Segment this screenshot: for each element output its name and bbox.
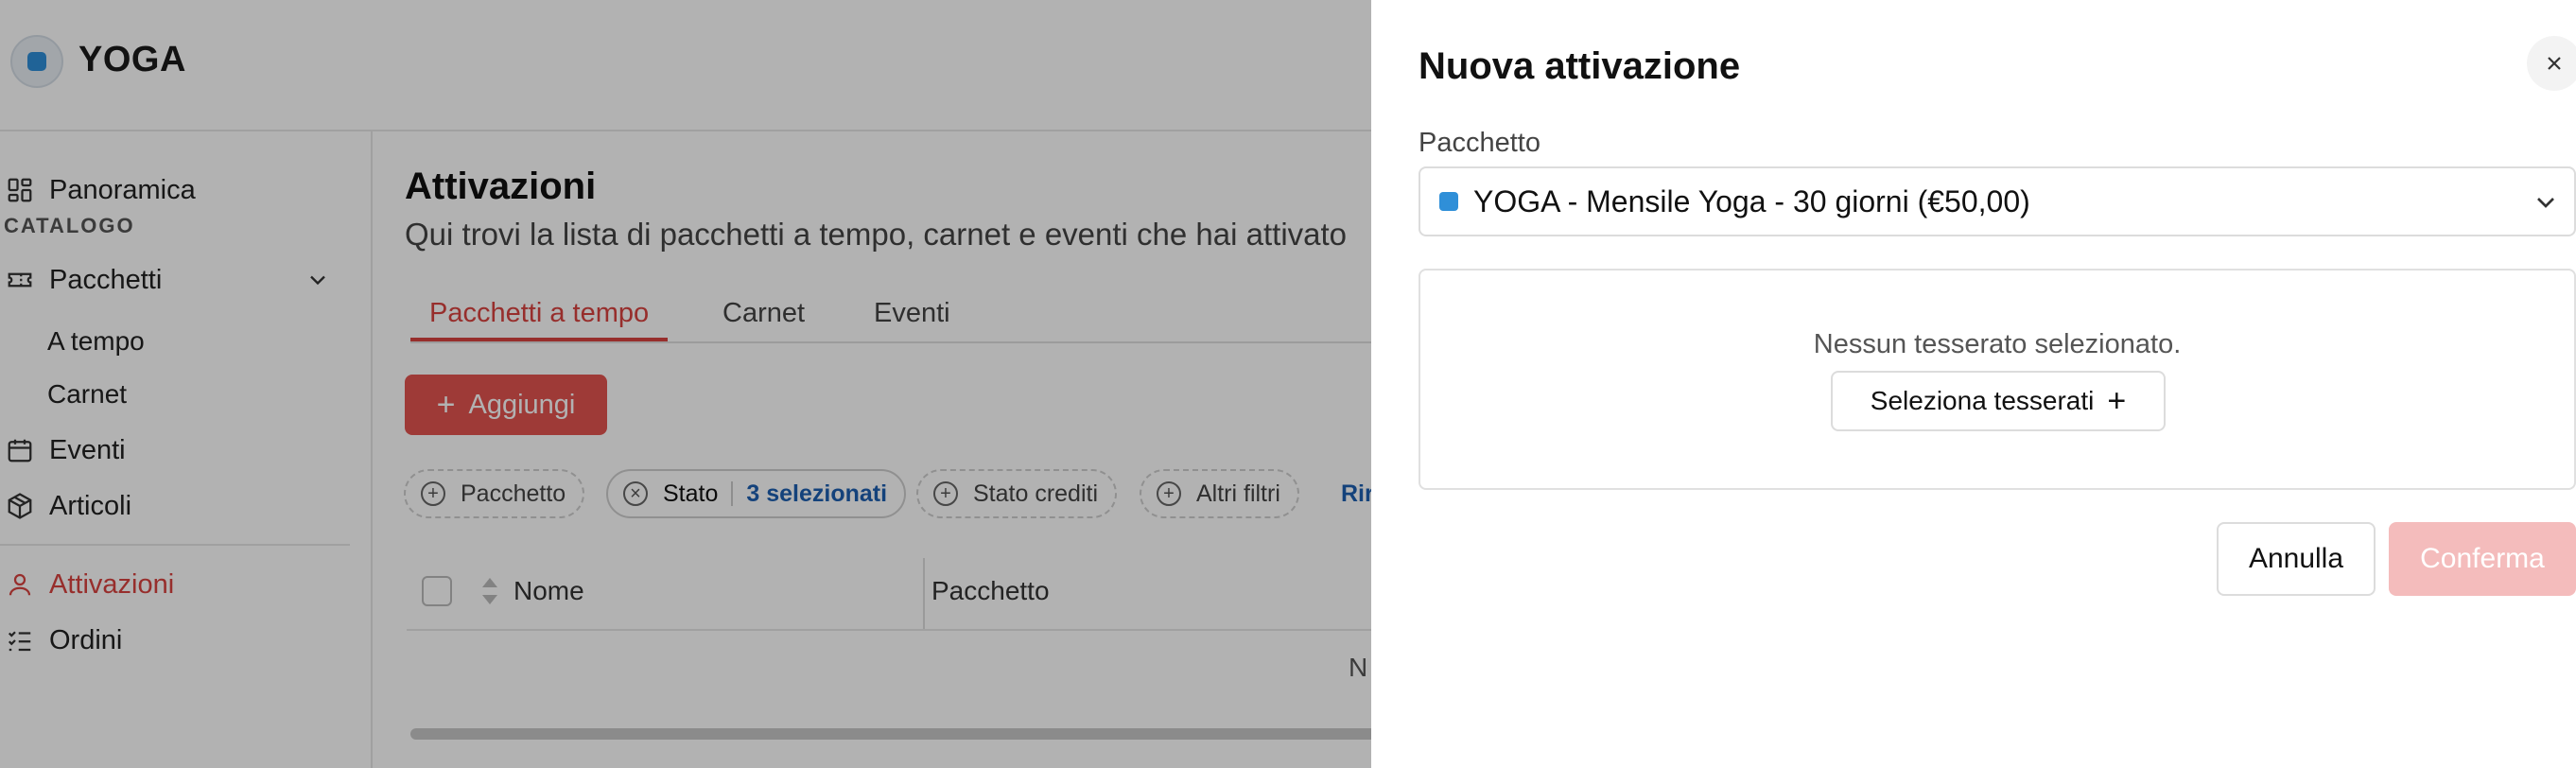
new-activation-drawer: Nuova attivazione Pacchetto YOGA - Mensi…	[1371, 0, 2576, 768]
cancel-button[interactable]: Annulla	[2217, 522, 2376, 596]
plus-icon: +	[2107, 383, 2127, 419]
package-select[interactable]: YOGA - Mensile Yoga - 30 giorni (€50,00)	[1419, 166, 2576, 236]
members-empty-message: Nessun tesserato selezionato.	[1813, 329, 2182, 359]
package-field-label: Pacchetto	[1419, 128, 1540, 158]
confirm-button[interactable]: Conferma	[2389, 522, 2576, 596]
members-panel: Nessun tesserato selezionato. Seleziona …	[1419, 269, 2576, 490]
select-members-label: Seleziona tesserati	[1870, 386, 2095, 415]
chevron-down-icon	[2537, 198, 2554, 208]
package-color-dot	[1439, 192, 1458, 211]
select-members-button[interactable]: Seleziona tesserati +	[1831, 371, 2166, 431]
close-button[interactable]	[2527, 36, 2576, 91]
drawer-title: Nuova attivazione	[1419, 45, 1741, 87]
close-icon	[2548, 57, 2561, 70]
package-select-value: YOGA - Mensile Yoga - 30 giorni (€50,00)	[1473, 183, 2030, 218]
